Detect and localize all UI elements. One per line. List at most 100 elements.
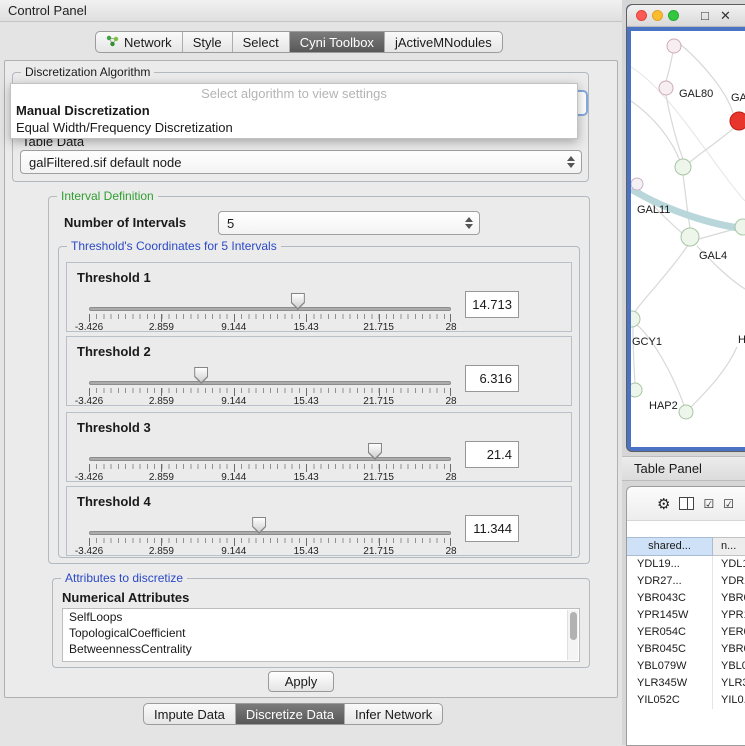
- table-row[interactable]: YPR145W YPR1...: [627, 607, 745, 624]
- table-cell[interactable]: YBR0...: [713, 641, 745, 658]
- attributes-group-title: Attributes to discretize: [61, 571, 187, 585]
- column-header-name[interactable]: n...: [713, 537, 745, 556]
- popup-item-equal-width-frequency[interactable]: Equal Width/Frequency Discretization: [11, 119, 577, 136]
- network-canvas[interactable]: GAL80 GAL11 GAL4 GCY1 HAP2 GA H: [631, 31, 745, 447]
- tab-style[interactable]: Style: [182, 32, 232, 52]
- network-node-highlighted[interactable]: [730, 112, 745, 130]
- table-cell[interactable]: YER054C: [627, 624, 713, 641]
- table-cell[interactable]: YDR2...: [713, 573, 745, 590]
- table-cell[interactable]: YBL079W: [627, 658, 713, 675]
- table-cell[interactable]: YDL19...: [627, 556, 713, 573]
- slider-track[interactable]: [89, 381, 451, 385]
- network-node[interactable]: [675, 159, 691, 175]
- slider-scale-label: 9.144: [221, 322, 246, 333]
- slider-scale-label: 2.859: [149, 546, 174, 557]
- table-cell[interactable]: YBR045C: [627, 641, 713, 658]
- network-node[interactable]: [631, 383, 642, 397]
- popup-item-manual-discretization[interactable]: Manual Discretization: [11, 102, 577, 119]
- list-item-betweennesscentrality[interactable]: BetweennessCentrality: [63, 641, 579, 657]
- tab-infer-network[interactable]: Infer Network: [344, 704, 442, 724]
- network-node[interactable]: [631, 311, 640, 327]
- table-row[interactable]: YDR27... YDR2...: [627, 573, 745, 590]
- apply-button[interactable]: Apply: [268, 671, 334, 692]
- network-icon: [106, 35, 119, 50]
- close-window-icon[interactable]: ✕: [720, 8, 731, 24]
- table-data-combobox[interactable]: galFiltered.sif default node: [20, 150, 582, 174]
- threshold-1-value-field[interactable]: 14.713: [465, 291, 519, 318]
- slider-scale-label: -3.426: [75, 472, 103, 483]
- gear-icon[interactable]: ⚙: [657, 495, 670, 513]
- table-row[interactable]: YBL079W YBL0...: [627, 658, 745, 675]
- table-cell[interactable]: YBL0...: [713, 658, 745, 675]
- threshold-4-slider[interactable]: -3.426 2.859 9.144 15.43 21.715 28: [89, 517, 451, 555]
- numerical-attributes-label: Numerical Attributes: [62, 590, 189, 605]
- threshold-3-value-field[interactable]: 21.4: [465, 441, 519, 468]
- tab-discretize-data[interactable]: Discretize Data: [235, 704, 344, 724]
- number-of-intervals-combobox[interactable]: 5: [218, 211, 480, 235]
- list-scrollbar-thumb[interactable]: [570, 612, 577, 640]
- select-none-checkbox-icon[interactable]: ☑: [723, 497, 734, 511]
- threshold-2-label: Threshold 2: [77, 344, 151, 359]
- tab-network-label: Network: [124, 35, 172, 50]
- interval-definition-title: Interval Definition: [57, 189, 158, 203]
- table-row[interactable]: YER054C YER0...: [627, 624, 745, 641]
- slider-scale-label: 21.715: [363, 396, 394, 407]
- network-node[interactable]: [735, 219, 745, 235]
- threshold-2-value-field[interactable]: 6.316: [465, 365, 519, 392]
- tab-impute-data[interactable]: Impute Data: [144, 704, 235, 724]
- table-cell[interactable]: YDR27...: [627, 573, 713, 590]
- threshold-1-slider[interactable]: -3.426 2.859 9.144 15.43 21.715 28: [89, 293, 451, 331]
- slider-track[interactable]: [89, 307, 451, 311]
- table-cell[interactable]: YER0...: [713, 624, 745, 641]
- network-node[interactable]: [659, 81, 673, 95]
- table-row[interactable]: YIL052C YIL0...: [627, 692, 745, 709]
- table-row[interactable]: YBR043C YBR0...: [627, 590, 745, 607]
- list-scrollbar[interactable]: [567, 610, 578, 660]
- network-canvas-area[interactable]: GAL80 GAL11 GAL4 GCY1 HAP2 GA H: [631, 31, 745, 447]
- list-item-topologicalcoefficient[interactable]: TopologicalCoefficient: [63, 625, 579, 641]
- table-cell[interactable]: YLR3...: [713, 675, 745, 692]
- table-cell[interactable]: YBR043C: [627, 590, 713, 607]
- slider-track[interactable]: [89, 457, 451, 461]
- tab-jactivemodules-label: jActiveMNodules: [395, 35, 492, 50]
- table-cell[interactable]: YPR1...: [713, 607, 745, 624]
- slider-scale-label: -3.426: [75, 546, 103, 557]
- table-row[interactable]: YBR045C YBR0...: [627, 641, 745, 658]
- network-node[interactable]: [681, 228, 699, 246]
- slider-minor-ticks: [89, 314, 451, 319]
- list-item-selfloops[interactable]: SelfLoops: [63, 609, 579, 625]
- numerical-attributes-list[interactable]: SelfLoops TopologicalCoefficient Between…: [62, 608, 580, 662]
- mac-zoom-button[interactable]: [668, 10, 679, 21]
- tab-network[interactable]: Network: [96, 32, 182, 52]
- slider-major-tick: [161, 538, 162, 546]
- table-cell[interactable]: YPR145W: [627, 607, 713, 624]
- table-panel-titlebar: Table Panel: [622, 456, 745, 481]
- slider-major-tick: [379, 538, 380, 546]
- threshold-4-value-field[interactable]: 11.344: [465, 515, 519, 542]
- table-cell[interactable]: YBR0...: [713, 590, 745, 607]
- table-row[interactable]: YLR345W YLR3...: [627, 675, 745, 692]
- slider-track[interactable]: [89, 531, 451, 535]
- threshold-2-slider[interactable]: -3.426 2.859 9.144 15.43 21.715 28: [89, 367, 451, 405]
- column-header-shared-name[interactable]: shared...: [627, 537, 713, 556]
- threshold-3-slider[interactable]: -3.426 2.859 9.144 15.43 21.715 28: [89, 443, 451, 481]
- mac-minimize-button[interactable]: [652, 10, 663, 21]
- columns-icon[interactable]: [679, 497, 694, 510]
- network-node[interactable]: [679, 405, 693, 419]
- tab-select[interactable]: Select: [232, 32, 289, 52]
- table-row[interactable]: YDL19... YDL1...: [627, 556, 745, 573]
- table-cell[interactable]: YIL052C: [627, 692, 713, 709]
- network-node[interactable]: [667, 39, 681, 53]
- float-window-icon[interactable]: □: [701, 8, 709, 24]
- table-cell[interactable]: YIL0...: [713, 692, 745, 709]
- slider-scale-label: 28: [445, 396, 456, 407]
- table-toolbar: ⚙ ☑ ☑: [627, 487, 745, 521]
- network-node[interactable]: [631, 178, 643, 190]
- tab-cyni-toolbox[interactable]: Cyni Toolbox: [289, 32, 384, 52]
- table-cell[interactable]: YLR345W: [627, 675, 713, 692]
- table-cell[interactable]: YDL1...: [713, 556, 745, 573]
- slider-major-tick: [161, 314, 162, 322]
- tab-jactivemodules[interactable]: jActiveMNodules: [384, 32, 502, 52]
- mac-close-button[interactable]: [636, 10, 647, 21]
- select-all-checkbox-icon[interactable]: ☑: [703, 497, 714, 511]
